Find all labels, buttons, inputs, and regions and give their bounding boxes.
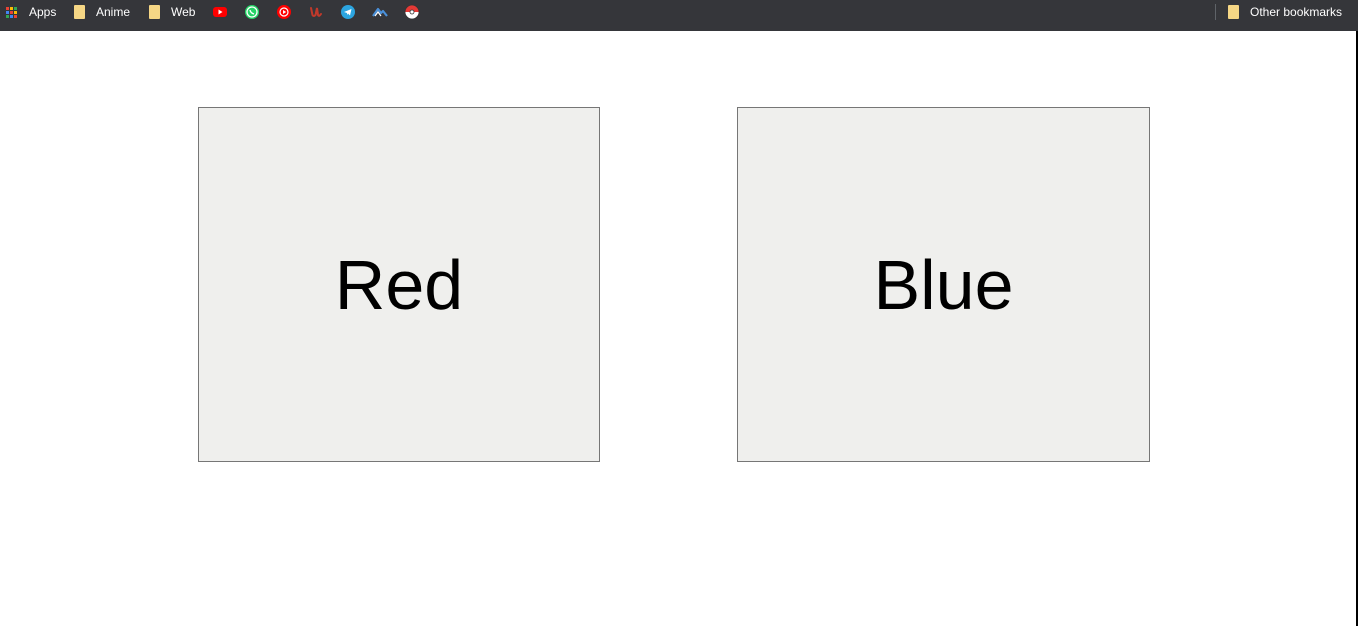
whatsapp-icon <box>245 5 259 19</box>
bookmark-telegram[interactable] <box>340 0 356 24</box>
blue-button[interactable]: Blue <box>737 107 1150 462</box>
u-logo-icon <box>310 7 322 17</box>
other-bookmarks-folder[interactable]: Other bookmarks <box>1228 0 1342 24</box>
bookmark-youtube-music[interactable] <box>276 0 292 24</box>
bookmark-folder-label: Web <box>171 5 196 19</box>
apps-label: Apps <box>29 5 57 19</box>
folder-icon <box>1228 5 1239 19</box>
bookmarks-divider <box>1215 4 1216 20</box>
bookmark-u-site[interactable] <box>308 0 324 24</box>
apps-shortcut[interactable]: Apps <box>6 0 56 24</box>
youtube-music-icon <box>277 5 291 19</box>
bookmark-folder-anime[interactable]: Anime <box>74 0 130 24</box>
bookmark-pokeball-site[interactable] <box>404 0 420 24</box>
other-bookmarks-label: Other bookmarks <box>1250 5 1343 19</box>
red-button[interactable]: Red <box>198 107 600 462</box>
bookmark-folder-web[interactable]: Web <box>149 0 195 24</box>
bookmarks-bar: Apps Anime Web Other bookmarks <box>0 0 1358 31</box>
folder-icon <box>74 5 85 19</box>
apps-grid-icon <box>6 6 17 18</box>
bookmark-youtube[interactable] <box>212 0 228 24</box>
bookmark-mountain-site[interactable] <box>372 0 388 24</box>
bookmark-whatsapp[interactable] <box>244 0 260 24</box>
pokeball-icon <box>404 4 420 20</box>
mountain-icon <box>372 7 388 17</box>
bookmark-folder-label: Anime <box>96 5 131 19</box>
youtube-icon <box>213 7 227 17</box>
telegram-icon <box>341 5 355 19</box>
folder-icon <box>149 5 160 19</box>
